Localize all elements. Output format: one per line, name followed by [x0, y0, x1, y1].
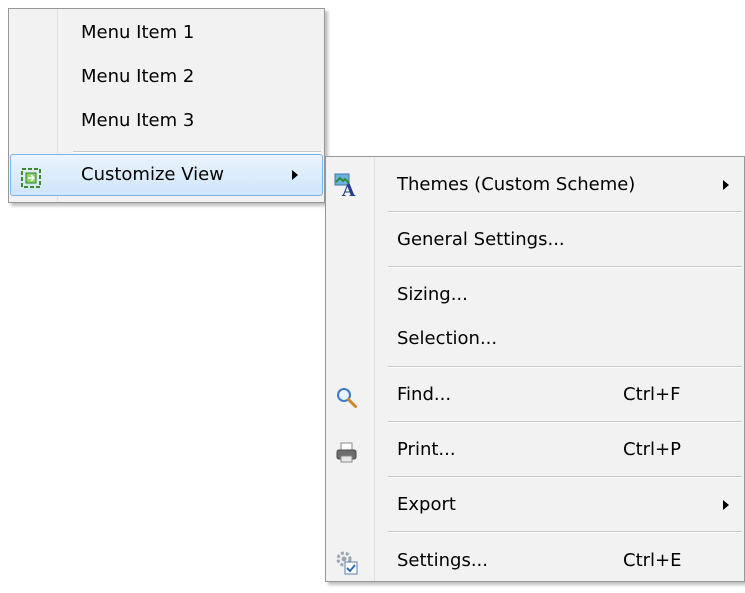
submenu-arrow-icon: [292, 170, 298, 180]
customize-view-icon: [19, 163, 43, 188]
submenu-separator-1: [388, 211, 742, 213]
sizing-label: Sizing...: [397, 284, 468, 305]
settings-item[interactable]: Settings... Ctrl+E: [326, 539, 744, 583]
themes-item[interactable]: A Themes (Custom Scheme): [326, 163, 744, 207]
menu-item-2[interactable]: Menu Item 2: [9, 55, 324, 99]
find-item[interactable]: Find... Ctrl+F: [326, 373, 744, 417]
menu-item-3-label: Menu Item 3: [81, 110, 195, 131]
selection-label: Selection...: [397, 328, 498, 349]
print-label: Print...: [397, 439, 456, 460]
themes-submenu-arrow-icon: [723, 180, 729, 190]
themes-label: Themes (Custom Scheme): [397, 174, 636, 195]
menu-item-1-label: Menu Item 1: [81, 22, 195, 43]
submenu-separator-4: [388, 421, 742, 423]
menu-item-1[interactable]: Menu Item 1: [9, 11, 324, 55]
settings-gear-icon: [334, 549, 358, 575]
submenu-separator-3: [388, 366, 742, 368]
find-shortcut: Ctrl+F: [623, 384, 681, 405]
settings-shortcut: Ctrl+E: [623, 550, 682, 571]
printer-icon: [335, 438, 359, 463]
selection-item[interactable]: Selection...: [326, 317, 744, 361]
customize-view-submenu: A Themes (Custom Scheme) General Setting…: [325, 156, 745, 582]
menu-item-3[interactable]: Menu Item 3: [9, 99, 324, 143]
submenu-separator-2: [388, 266, 742, 268]
submenu-separator-5: [388, 476, 742, 478]
find-label: Find...: [397, 384, 452, 405]
themes-icon: A: [334, 171, 358, 201]
submenu-separator-6: [388, 531, 742, 533]
magnifier-icon: [335, 383, 359, 408]
general-settings-label: General Settings...: [397, 229, 565, 250]
export-submenu-arrow-icon: [723, 500, 729, 510]
sizing-item[interactable]: Sizing...: [326, 273, 744, 317]
menu-item-2-label: Menu Item 2: [81, 66, 195, 87]
main-menu: Menu Item 1 Menu Item 2 Menu Item 3 Cust…: [8, 8, 325, 203]
print-shortcut: Ctrl+P: [623, 439, 681, 460]
export-item[interactable]: Export: [326, 483, 744, 527]
print-item[interactable]: Print... Ctrl+P: [326, 428, 744, 472]
customize-view-label: Customize View: [81, 164, 224, 185]
customize-view-item[interactable]: Customize View: [9, 153, 324, 197]
general-settings-item[interactable]: General Settings...: [326, 218, 744, 262]
settings-label: Settings...: [397, 550, 488, 571]
svg-text:A: A: [341, 181, 356, 198]
export-label: Export: [397, 494, 456, 515]
